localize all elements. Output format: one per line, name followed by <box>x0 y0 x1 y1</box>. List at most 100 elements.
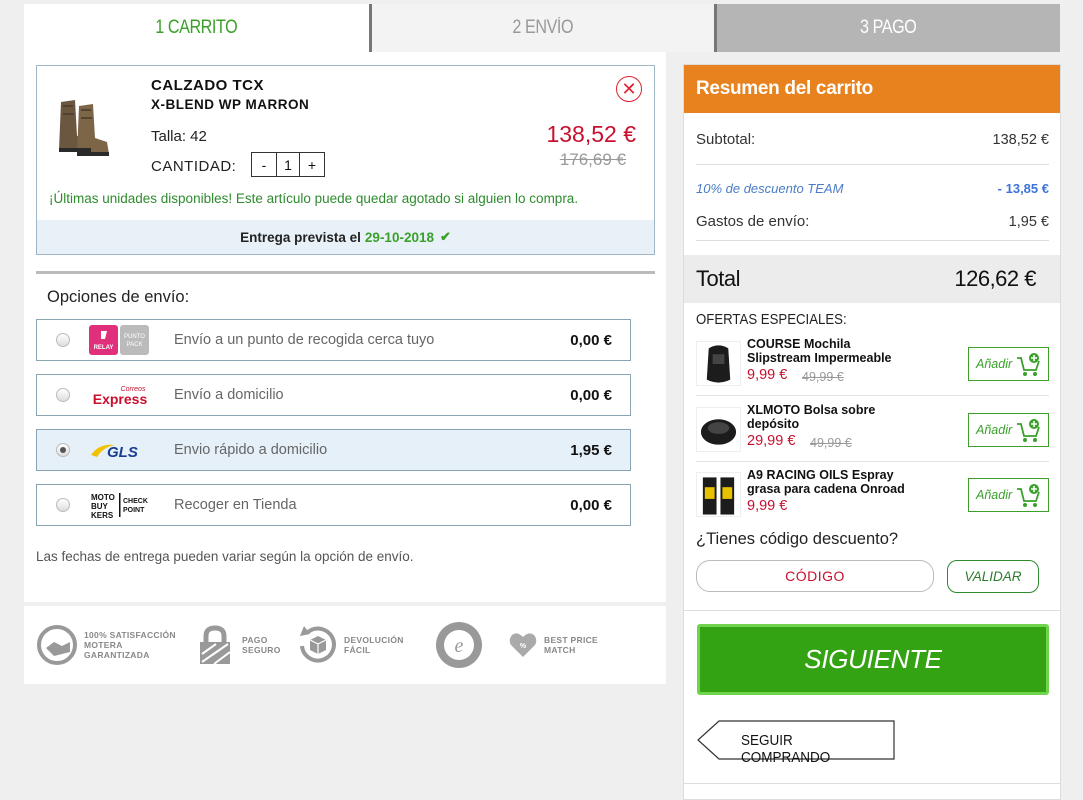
badge-line: 100% SATISFACCIÓN <box>84 630 176 640</box>
offer-price: 9,99 € <box>747 498 788 514</box>
badge-line: MOTERA <box>84 640 123 650</box>
offer-image[interactable] <box>696 341 741 386</box>
subtotal-label: Subtotal: <box>696 131 756 148</box>
stock-warning: ¡Últimas unidades disponibles! Este artí… <box>49 191 579 206</box>
next-step-button[interactable]: SIGUIENTE <box>697 624 1049 695</box>
add-to-cart-icon <box>1016 483 1042 512</box>
discount-row: 10% de descuento TEAM - 13,85 € <box>696 181 1049 196</box>
offer-price: 29,99 € <box>747 433 796 449</box>
coupon-question: ¿Tienes código descuento? <box>696 530 899 548</box>
motobuykers-checkpoint-logo: MOTO BUY KERS CHECK POINT <box>89 490 151 520</box>
continue-shopping-button[interactable]: SEGUIR COMPRANDO <box>697 720 895 766</box>
shipping-option-label: Envío a domicilio <box>174 387 284 403</box>
cart-summary: Resumen del carrito Subtotal: 138,52 € 1… <box>683 64 1061 800</box>
svg-text:e: e <box>455 635 464 657</box>
shipping-option-label: Envío a un punto de recogida cerca tuyo <box>174 332 435 348</box>
add-to-cart-icon <box>1016 418 1042 447</box>
offer-old-price: 49,99 € <box>802 370 844 384</box>
product-price: 138,52 € <box>546 121 636 147</box>
step-cart[interactable]: 1 CARRITO <box>24 4 369 52</box>
shipping-option-price: 0,00 € <box>570 331 612 349</box>
badge-trusted-shops: e <box>434 620 484 670</box>
shipping-option-price: 0,00 € <box>570 386 612 404</box>
cart-item: CALZADO TCX X-BLEND WP MARRON Talla: 42 … <box>36 65 655 255</box>
svg-text:MOTO: MOTO <box>91 493 115 502</box>
continue-label: SEGUIR COMPRANDO <box>741 732 831 766</box>
divider <box>36 271 655 274</box>
shipping-option-label: Envio rápido a domicilio <box>174 442 328 458</box>
cart-panel: CALZADO TCX X-BLEND WP MARRON Talla: 42 … <box>24 52 666 602</box>
total-value: 126,62 € <box>954 266 1036 291</box>
badge-line: MATCH <box>544 645 576 655</box>
remove-item-button[interactable]: ✕ <box>616 76 642 102</box>
add-to-cart-icon <box>1016 352 1042 381</box>
product-name[interactable]: X-BLEND WP MARRON <box>151 97 309 112</box>
quantity-label: CANTIDAD: <box>151 158 237 175</box>
add-offer-button[interactable]: Añadir <box>968 413 1049 447</box>
trusted-shops-icon: e <box>434 620 484 670</box>
delivery-label: Entrega prevista el <box>240 229 361 245</box>
relay-punto-pack-logo: RELAY PUNTO PACK <box>89 325 151 355</box>
return-box-icon <box>296 624 338 666</box>
add-offer-button[interactable]: Añadir <box>968 478 1049 512</box>
offer-image[interactable] <box>696 407 741 452</box>
shipping-option-home[interactable]: Correos Express Envío a domicilio 0,00 € <box>36 374 631 416</box>
quantity-input[interactable]: 1 <box>276 153 300 176</box>
shipping-radio-selected[interactable] <box>56 443 70 457</box>
correos-express-logo: Correos Express <box>89 380 151 410</box>
divider <box>696 461 1049 462</box>
shipping-option-pickup-point[interactable]: RELAY PUNTO PACK Envío a un punto de rec… <box>36 319 631 361</box>
badge-line: DEVOLUCIÓN <box>344 635 404 645</box>
shipping-radio[interactable] <box>56 498 70 512</box>
shipping-title: Opciones de envío: <box>47 288 190 306</box>
offer-name[interactable]: A9 RACING OILS Espray grasa para cadena … <box>747 468 907 496</box>
add-label: Añadir <box>976 488 1013 502</box>
offer-item: A9 RACING OILS Espray grasa para cadena … <box>696 468 1049 528</box>
check-icon: ✔ <box>439 229 451 244</box>
offer-image[interactable] <box>696 472 741 517</box>
offer-item: XLMOTO Bolsa sobre depósito 29,99 € 49,9… <box>696 403 1049 463</box>
add-offer-button[interactable]: Añadir <box>968 347 1049 381</box>
summary-title: Resumen del carrito <box>684 65 1060 113</box>
shipping-cost-row: Gastos de envío: 1,95 € <box>696 213 1049 230</box>
product-old-price: 176,69 € <box>559 150 626 169</box>
divider <box>696 240 1049 241</box>
badge-line: BEST PRICE <box>544 635 599 645</box>
trust-badges: 100% SATISFACCIÓN MOTERA GARANTIZADA PAG… <box>24 606 666 684</box>
product-image[interactable] <box>53 88 113 160</box>
discount-value: - 13,85 € <box>997 181 1049 196</box>
svg-text:%: % <box>520 643 527 650</box>
product-size: Talla: 42 <box>151 128 207 145</box>
divider <box>696 395 1049 396</box>
offer-price: 9,99 € <box>747 367 788 383</box>
offer-name[interactable]: XLMOTO Bolsa sobre depósito <box>747 403 907 431</box>
shipping-option-label: Recoger en Tienda <box>174 497 297 513</box>
close-icon: ✕ <box>621 78 637 99</box>
badge-easy-return: DEVOLUCIÓN FÁCIL <box>296 624 404 666</box>
offer-old-price: 49,99 € <box>810 436 852 450</box>
step-payment[interactable]: 3 PAGO <box>714 4 1060 52</box>
quantity-increase-button[interactable]: + <box>300 153 324 176</box>
svg-text:CHECK: CHECK <box>123 498 148 505</box>
product-brand[interactable]: CALZADO TCX <box>151 77 264 94</box>
offer-name[interactable]: COURSE Mochila Slipstream Impermeable <box>747 337 907 365</box>
validate-coupon-button[interactable]: VALIDAR <box>947 560 1039 593</box>
svg-text:KERS: KERS <box>91 511 114 520</box>
badge-satisfaction: 100% SATISFACCIÓN MOTERA GARANTIZADA <box>36 624 176 666</box>
lock-icon <box>194 624 236 666</box>
offer-item: COURSE Mochila Slipstream Impermeable 9,… <box>696 337 1049 397</box>
badge-best-price: % BEST PRICE MATCH <box>508 624 598 666</box>
shipping-radio[interactable] <box>56 333 70 347</box>
shipping-option-express[interactable]: GLS Envio rápido a domicilio 1,95 € <box>36 429 631 471</box>
step-shipping[interactable]: 2 ENVÍO <box>369 4 714 52</box>
shipping-radio[interactable] <box>56 388 70 402</box>
badge-line: GARANTIZADA <box>84 650 150 660</box>
quantity-decrease-button[interactable]: - <box>252 153 276 176</box>
shipping-option-store-pickup[interactable]: MOTO BUY KERS CHECK POINT Recoger en Tie… <box>36 484 631 526</box>
delivery-date: 29-10-2018 <box>364 229 434 245</box>
satisfaction-icon <box>36 624 78 666</box>
add-label: Añadir <box>976 423 1013 437</box>
badge-line: SEGURO <box>242 645 281 655</box>
coupon-code-input[interactable]: CÓDIGO <box>696 560 934 592</box>
shipping-note: Las fechas de entrega pueden variar segú… <box>36 549 414 564</box>
